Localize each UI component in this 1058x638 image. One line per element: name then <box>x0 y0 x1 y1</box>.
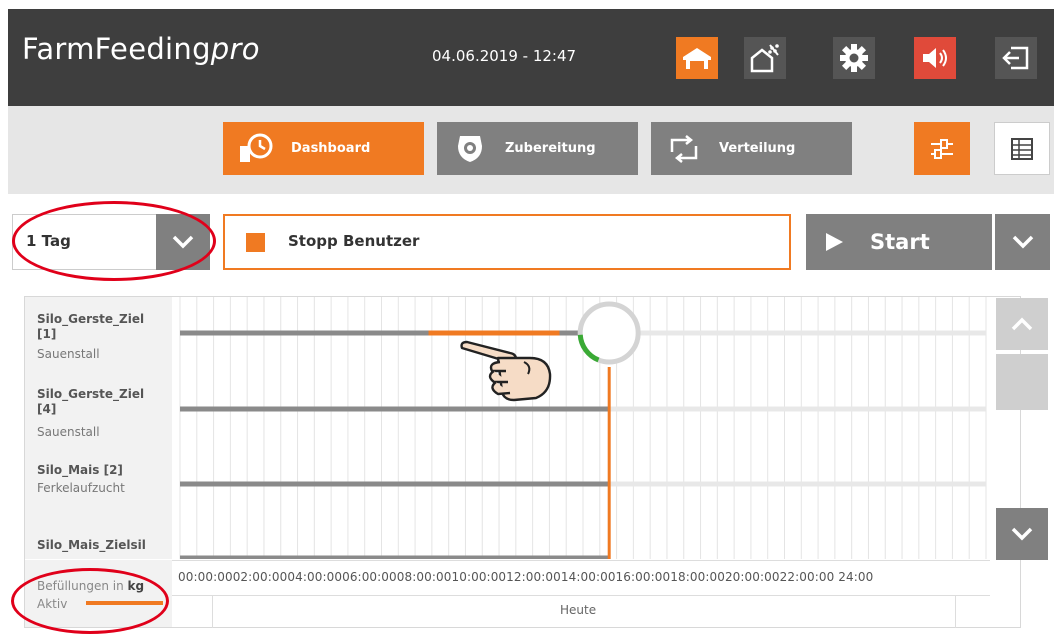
timeline-grid <box>172 297 990 559</box>
silo-location: Sauenstall <box>37 425 100 439</box>
repeat-icon <box>665 130 703 168</box>
timeline-chart <box>179 297 987 559</box>
logout-button[interactable] <box>995 37 1037 79</box>
silo-name: Silo_Gerste_Ziel [1] <box>37 312 145 341</box>
status-indicator <box>246 233 265 252</box>
day-label: Heute <box>560 603 597 617</box>
sliders-icon <box>931 138 953 159</box>
silo-name: Silo_Mais [2] <box>37 463 123 477</box>
silo-name: Silo_Mais_Zielsil <box>37 538 146 552</box>
tab-verteilung-label: Verteilung <box>719 141 796 156</box>
start-label: Start <box>870 230 930 254</box>
chevron-up-icon <box>1011 317 1033 331</box>
barn-grain-icon <box>750 44 779 73</box>
scale-icon <box>451 130 489 168</box>
chevron-down-icon <box>1012 235 1033 249</box>
status-text: Stopp Benutzer <box>288 232 420 250</box>
tab-zubereitung-label: Zubereitung <box>505 141 596 156</box>
silo-name: Silo_Gerste_Ziel [4] <box>37 387 145 416</box>
table-view-button[interactable] <box>994 122 1050 175</box>
time-axis-ticks: 00:00:0002:00:0004:00:0006:00:0008:00:00… <box>178 570 874 584</box>
home-icon <box>683 48 711 69</box>
tab-zubereitung[interactable]: Zubereitung <box>437 122 638 175</box>
scroll-down-button[interactable] <box>996 508 1048 560</box>
play-icon <box>826 233 843 251</box>
tab-dashboard-label: Dashboard <box>291 141 371 156</box>
silo-location: Sauenstall <box>37 347 100 361</box>
chevron-down-icon <box>1011 527 1033 541</box>
highlight-ring-legend <box>11 568 169 634</box>
home-button[interactable] <box>676 37 718 79</box>
highlight-ring-range <box>12 201 216 281</box>
tab-dashboard[interactable]: Dashboard <box>223 122 424 175</box>
gear-icon <box>840 44 868 72</box>
table-grid-icon <box>1011 137 1033 160</box>
speaker-icon <box>923 48 947 68</box>
datetime-display: 04.06.2019 - 12:47 <box>432 47 577 65</box>
start-dropdown-button[interactable] <box>995 214 1050 270</box>
scrollbar-thumb[interactable] <box>996 354 1048 410</box>
app-title: FarmFeedingpro <box>22 32 260 66</box>
start-button[interactable]: Start <box>806 214 992 270</box>
scroll-up-button[interactable] <box>996 298 1048 350</box>
sound-button[interactable] <box>914 37 956 79</box>
pointing-hand-icon <box>460 340 552 402</box>
filter-settings-button[interactable] <box>914 122 970 175</box>
tab-verteilung[interactable]: Verteilung <box>651 122 852 175</box>
logout-icon <box>1002 46 1029 70</box>
settings-button[interactable] <box>833 37 875 79</box>
silo-location: Ferkelaufzucht <box>37 481 125 495</box>
clock-feeder-icon <box>237 130 275 168</box>
barn-button[interactable] <box>744 37 786 79</box>
